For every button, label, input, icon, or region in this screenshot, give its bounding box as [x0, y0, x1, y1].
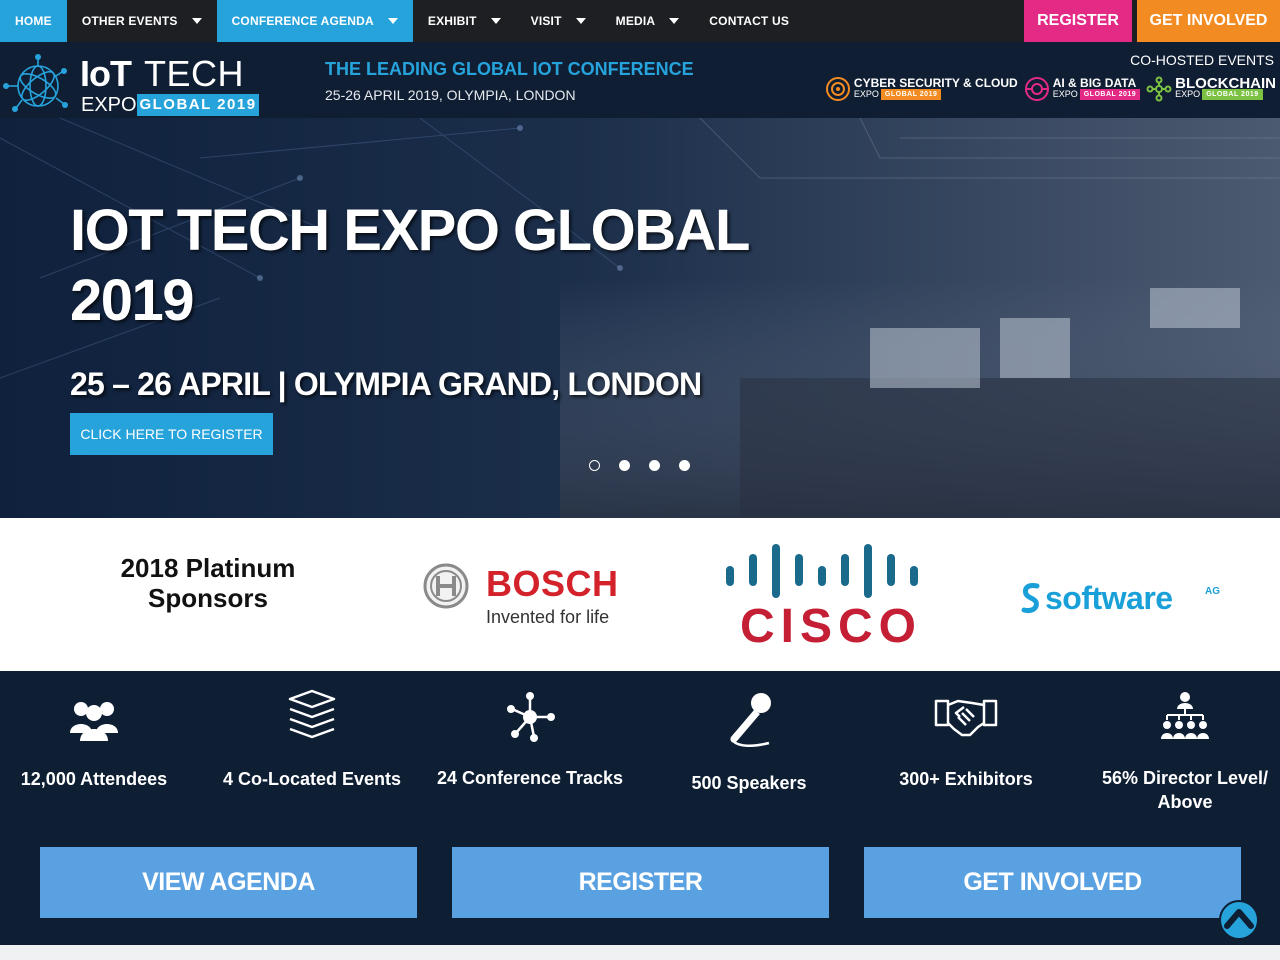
- cohosted-label: CO-HOSTED EVENTS: [1130, 52, 1274, 68]
- view-agenda-button[interactable]: VIEW AGENDA: [40, 847, 417, 918]
- cohosted-logos: CYBER SECURITY & CLOUD EXPO GLOBAL 2019 AI…: [825, 72, 1276, 106]
- nav-conference-agenda-label: CONFERENCE AGENDA: [231, 14, 374, 28]
- cyber-security-expo: EXPO: [853, 89, 879, 99]
- ai-big-data-icon: [1024, 77, 1049, 101]
- logo-tech-text: TECH: [144, 53, 244, 94]
- bosch-wordmark: BOSCH: [486, 563, 619, 604]
- cyber-security-icon: [825, 77, 850, 101]
- nav-get-involved-button[interactable]: GET INVOLVED: [1137, 0, 1280, 42]
- layers-icon: [288, 689, 336, 739]
- stat-speakers-label: 500 Speakers: [691, 773, 807, 793]
- nav-home[interactable]: HOME: [0, 0, 67, 42]
- chevron-down-icon: [490, 18, 501, 24]
- cyber-security-edition: GLOBAL 2019: [880, 89, 942, 100]
- stat-conference-tracks-label: 24 Conference Tracks: [436, 768, 624, 788]
- ai-big-data-name: AI & BIG DATA: [1052, 76, 1137, 90]
- slider-dot-3[interactable]: [649, 460, 660, 471]
- nav-exhibit[interactable]: EXHIBIT: [413, 0, 516, 42]
- logo-global-badge: GLOBAL 2019: [137, 94, 259, 116]
- chevron-down-icon: [387, 18, 398, 24]
- stat-co-located-events-label: 4 Co-Located Events: [222, 769, 402, 789]
- nav-media[interactable]: MEDIA: [601, 0, 695, 42]
- cisco-logo[interactable]: CISCO: [718, 540, 928, 653]
- hero-register-button[interactable]: CLICK HERE TO REGISTER: [70, 413, 273, 455]
- slider-dots: [589, 460, 690, 471]
- ai-big-data-expo: EXPO: [1052, 89, 1078, 99]
- microphone-icon: [730, 693, 771, 747]
- nav-media-label: MEDIA: [615, 14, 656, 28]
- software-ag-suffix: AG: [1205, 586, 1220, 597]
- globe-network-icon: [3, 54, 68, 112]
- scroll-to-top-button[interactable]: [1219, 900, 1259, 940]
- blockchain-expo: EXPO: [1175, 89, 1201, 99]
- chevron-down-icon: [191, 18, 202, 24]
- nav-contact-us-label: CONTACT US: [709, 14, 790, 28]
- bosch-armature-icon: [423, 563, 469, 609]
- ai-big-data-edition: GLOBAL 2019: [1079, 89, 1141, 100]
- chevron-up-icon: [1224, 909, 1254, 929]
- bosch-tagline: Invented for life: [486, 607, 610, 627]
- cohosted-cyber-security[interactable]: CYBER SECURITY & CLOUD EXPO GLOBAL 2019: [825, 76, 1018, 102]
- nav-home-label: HOME: [15, 14, 52, 28]
- header-tagline: THE LEADING GLOBAL IOT CONFERENCE: [325, 59, 694, 79]
- software-ag-mark-icon: [1021, 583, 1040, 613]
- software-ag-wordmark: software: [1045, 580, 1173, 616]
- cohosted-blockchain[interactable]: BLOCKCHAIN EXPO GLOBAL 2019: [1146, 76, 1276, 102]
- network-icon: [507, 692, 555, 742]
- blockchain-icon: [1146, 76, 1172, 102]
- nav-visit[interactable]: VISIT: [516, 0, 601, 42]
- top-navigation: HOME OTHER EVENTS CONFERENCE AGENDA EXHI…: [0, 0, 1280, 42]
- blockchain-edition: GLOBAL 2019: [1202, 89, 1263, 100]
- slider-dot-2[interactable]: [619, 460, 630, 471]
- nav-contact-us[interactable]: CONTACT US: [694, 0, 804, 42]
- chevron-down-icon: [575, 18, 586, 24]
- handshake-icon: [934, 699, 998, 737]
- hero-title: IOT TECH EXPO GLOBAL 2019: [70, 198, 749, 333]
- stat-director-level-label: 56% Director Level/ Above: [1101, 768, 1269, 812]
- cisco-wordmark: CISCO: [740, 600, 923, 653]
- logo-iot-text: IoT: [80, 53, 132, 94]
- nav-other-events[interactable]: OTHER EVENTS: [67, 0, 217, 42]
- sponsors-section: 2018 Platinum Sponsors BOSCH Invented fo…: [0, 518, 1280, 671]
- slider-dot-4[interactable]: [679, 460, 690, 471]
- nav-register-button[interactable]: REGISTER: [1024, 0, 1132, 42]
- bosch-logo[interactable]: BOSCH Invented for life: [410, 548, 640, 644]
- nav-conference-agenda[interactable]: CONFERENCE AGENDA: [216, 0, 413, 42]
- hero-slider: IOT TECH EXPO GLOBAL 2019 25 – 26 APRIL …: [0, 118, 1280, 518]
- nav-exhibit-label: EXHIBIT: [427, 14, 477, 28]
- get-involved-button[interactable]: GET INVOLVED: [864, 847, 1241, 918]
- org-chart-icon: [1161, 692, 1209, 739]
- cohosted-ai-big-data[interactable]: AI & BIG DATA EXPO GLOBAL 2019: [1024, 76, 1141, 102]
- sponsors-label: 2018 Platinum Sponsors: [120, 553, 296, 613]
- nav-other-events-label: OTHER EVENTS: [81, 14, 178, 28]
- register-button[interactable]: REGISTER: [452, 847, 829, 918]
- software-ag-logo[interactable]: software AG: [1020, 578, 1240, 618]
- site-header: IoT TECH EXPO GLOBAL 2019 THE LEADING GL…: [0, 42, 1280, 118]
- cyber-security-name: CYBER SECURITY & CLOUD: [853, 76, 1018, 90]
- stat-attendees-label: 12,000 Attendees: [20, 769, 168, 789]
- blockchain-name: BLOCKCHAIN: [1175, 75, 1276, 92]
- logo-expo-text: EXPO: [81, 94, 137, 116]
- attendees-icon: [70, 702, 118, 741]
- site-logo[interactable]: IoT TECH EXPO GLOBAL 2019: [0, 42, 270, 118]
- slider-dot-1[interactable]: [589, 460, 600, 471]
- stat-exhibitors-label: 300+ Exhibitors: [899, 769, 1033, 789]
- nav-visit-label: VISIT: [530, 14, 562, 28]
- footer-strip: [0, 945, 1280, 960]
- hero-subtitle: 25 – 26 APRIL | OLYMPIA GRAND, LONDON: [70, 366, 702, 402]
- chevron-down-icon: [669, 18, 680, 24]
- header-dates: 25-26 APRIL 2019, OLYMPIA, LONDON: [325, 87, 576, 103]
- stats-section: 12,000 Attendees 4 Co-Located Events 24 …: [0, 671, 1280, 945]
- cisco-bars-icon: [726, 544, 918, 598]
